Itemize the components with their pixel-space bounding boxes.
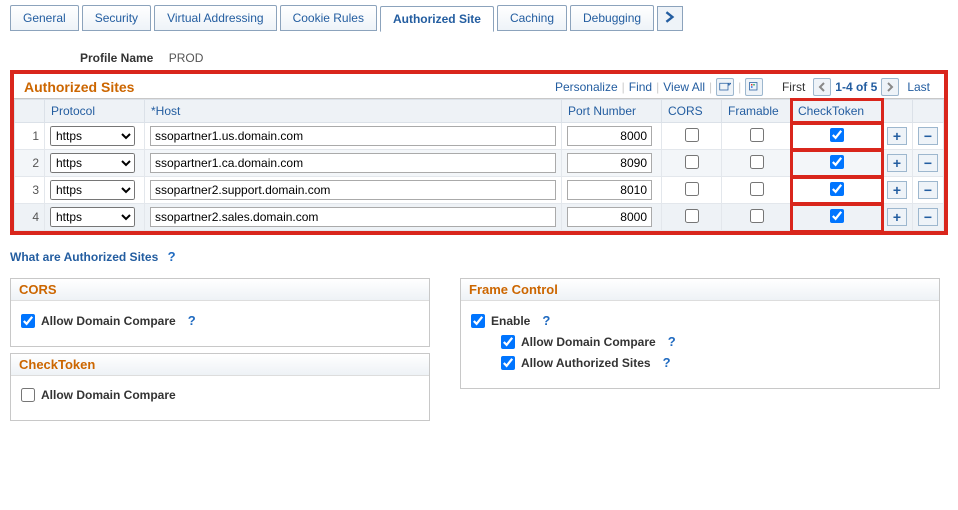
profile-name-value: PROD [169,51,204,65]
pager-prev-icon[interactable] [813,78,831,96]
checktoken-checkbox[interactable] [830,182,844,196]
profile-name-row: Profile Name PROD [80,51,948,65]
host-input[interactable] [150,207,556,227]
row-number: 1 [15,123,45,150]
protocol-select[interactable]: httphttps [50,180,135,200]
cors-checkbox[interactable] [685,209,699,223]
what-are-link-row: What are Authorized Sites ? [10,249,948,264]
tab-bar: GeneralSecurityVirtual AddressingCookie … [10,5,948,31]
framable-checkbox[interactable] [750,128,764,142]
cors-checkbox[interactable] [685,155,699,169]
frame-control-panel-title: Frame Control [461,279,939,301]
port-input[interactable] [567,126,652,146]
col-header-protocol[interactable]: Protocol [45,100,145,123]
add-row-button[interactable]: + [887,208,907,226]
table-row: 2httphttps +− [15,150,944,177]
col-header-cors[interactable]: CORS [662,100,722,123]
authorized-sites-highlight-box: Authorized Sites Personalize | Find | Vi… [10,70,948,235]
framable-checkbox[interactable] [750,155,764,169]
tab-virtual-addressing[interactable]: Virtual Addressing [154,5,277,31]
row-number: 2 [15,150,45,177]
frame-allow-authorized-sites-label: Allow Authorized Sites [521,356,651,370]
authorized-sites-table: Protocol *Host Port Number CORS Framable… [14,99,944,231]
pager-range: 1-4 of 5 [835,80,877,94]
col-header-blank [15,100,45,123]
find-link[interactable]: Find [629,80,652,94]
cors-panel-title: CORS [11,279,429,301]
help-icon[interactable]: ? [668,334,676,349]
checktoken-allow-domain-compare-checkbox[interactable] [21,388,35,402]
frame-allow-domain-compare-label: Allow Domain Compare [521,335,656,349]
protocol-select[interactable]: httphttps [50,207,135,227]
port-input[interactable] [567,180,652,200]
table-row: 3httphttps +− [15,177,944,204]
col-header-framable[interactable]: Framable [722,100,792,123]
help-icon[interactable]: ? [168,249,176,264]
personalize-link[interactable]: Personalize [555,80,618,94]
tab-security[interactable]: Security [82,5,151,31]
frame-enable-checkbox[interactable] [471,314,485,328]
col-header-port[interactable]: Port Number [562,100,662,123]
frame-allow-authorized-sites-checkbox[interactable] [501,356,515,370]
remove-row-button[interactable]: − [918,181,938,199]
tab-general[interactable]: General [10,5,79,31]
table-row: 4httphttps +− [15,204,944,231]
frame-control-panel: Frame Control Enable ? Allow Domain Comp… [460,278,940,389]
pager-first[interactable]: First [782,80,805,94]
host-input[interactable] [150,153,556,173]
grid-title: Authorized Sites [24,79,134,95]
tab-authorized-site[interactable]: Authorized Site [380,6,494,32]
view-all-link[interactable]: View All [663,80,705,94]
tabs-more-icon[interactable] [657,6,683,31]
protocol-select[interactable]: httphttps [50,153,135,173]
checktoken-panel: CheckToken Allow Domain Compare [10,353,430,421]
framable-checkbox[interactable] [750,182,764,196]
checktoken-checkbox[interactable] [830,209,844,223]
protocol-select[interactable]: httphttps [50,126,135,146]
profile-name-label: Profile Name [80,51,153,65]
host-input[interactable] [150,126,556,146]
row-number: 3 [15,177,45,204]
remove-row-button[interactable]: − [918,127,938,145]
add-row-button[interactable]: + [887,127,907,145]
remove-row-button[interactable]: − [918,208,938,226]
pager-next-icon[interactable] [881,78,899,96]
help-icon[interactable]: ? [663,355,671,370]
col-header-checktoken[interactable]: CheckToken [792,100,882,123]
add-row-button[interactable]: + [887,181,907,199]
host-input[interactable] [150,180,556,200]
cors-checkbox[interactable] [685,128,699,142]
cors-allow-domain-compare-checkbox[interactable] [21,314,35,328]
row-number: 4 [15,204,45,231]
cors-allow-domain-compare-label: Allow Domain Compare [41,314,176,328]
pager-last[interactable]: Last [907,80,930,94]
help-icon[interactable]: ? [542,313,550,328]
cors-panel: CORS Allow Domain Compare ? [10,278,430,347]
add-row-button[interactable]: + [887,154,907,172]
framable-checkbox[interactable] [750,209,764,223]
cors-checkbox[interactable] [685,182,699,196]
download-icon[interactable] [745,78,763,96]
help-icon[interactable]: ? [188,313,196,328]
grid-title-bar: Authorized Sites Personalize | Find | Vi… [14,74,944,99]
table-row: 1httphttps +− [15,123,944,150]
tab-cookie-rules[interactable]: Cookie Rules [280,5,377,31]
checktoken-checkbox[interactable] [830,128,844,142]
port-input[interactable] [567,207,652,227]
frame-allow-domain-compare-checkbox[interactable] [501,335,515,349]
frame-enable-label: Enable [491,314,530,328]
zoom-icon[interactable] [716,78,734,96]
what-are-authorized-sites-link[interactable]: What are Authorized Sites [10,250,158,264]
checktoken-allow-domain-compare-label: Allow Domain Compare [41,388,176,402]
grid-toolbar: Personalize | Find | View All | | First … [555,78,934,96]
tab-debugging[interactable]: Debugging [570,5,654,31]
col-header-host[interactable]: *Host [145,100,562,123]
checktoken-checkbox[interactable] [830,155,844,169]
remove-row-button[interactable]: − [918,154,938,172]
port-input[interactable] [567,153,652,173]
tab-caching[interactable]: Caching [497,5,567,31]
checktoken-panel-title: CheckToken [11,354,429,376]
